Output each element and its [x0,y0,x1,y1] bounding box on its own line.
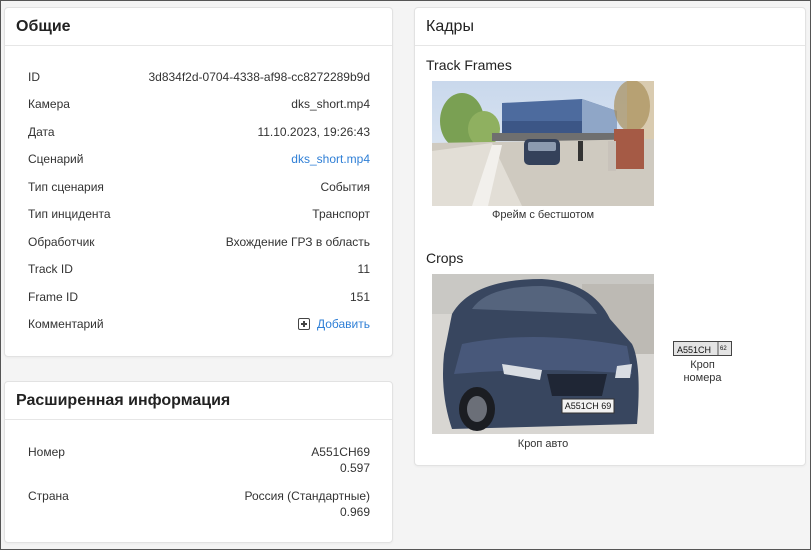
row-handler-label: Обработчик [28,235,95,249]
row-scenario-type: Тип сценария События [28,180,370,198]
plate-crop-text: А551СН [677,345,711,355]
row-frame-id: Frame ID 151 [28,290,370,308]
row-date-value: 11.10.2023, 19:26:43 [257,125,370,139]
row-camera-value: dks_short.mp4 [291,97,370,111]
row-camera: Камера dks_short.mp4 [28,97,370,115]
best-shot-caption: Фрейм с бестшотом [491,209,595,221]
car-crop-caption: Кроп авто [517,438,569,450]
add-comment-label: Добавить [316,317,370,331]
row-track-id-label: Track ID [28,262,73,276]
plate-crop-image[interactable]: А551СН 62 [673,341,732,356]
country-value: Россия (Стандартные) [244,489,370,503]
row-incident-type-value: Транспорт [312,207,370,221]
row-plate-number: Номер А551СН69 0.597 [28,444,370,476]
row-country: Страна Россия (Стандартные) 0.969 [28,488,370,520]
plate-number-value: А551СН69 [311,445,370,459]
general-card-header: Общие [5,8,392,46]
general-card: Общие ID 3d834f2d-0704-4338-af98-cc82722… [4,7,393,357]
row-comment: Комментарий Добавить [28,317,370,335]
row-track-id: Track ID 11 [28,262,370,280]
plate-crop-caption: Кроп номера [665,359,740,385]
frames-card-title: Кадры [426,17,474,35]
scenario-link[interactable]: dks_short.mp4 [291,152,370,166]
row-incident-type: Тип инцидента Транспорт [28,207,370,225]
row-id-label: ID [28,70,40,84]
general-card-title: Общие [16,17,71,35]
plate-crop-region: 62 [720,346,727,352]
track-frames-title: Track Frames [426,57,512,73]
frames-card-header: Кадры [415,8,805,46]
extended-card: Расширенная информация Номер А551СН69 0.… [4,381,393,543]
best-shot-image[interactable] [432,81,654,206]
car-crop-image[interactable]: А551СН 69 [432,274,654,434]
row-scenario-type-label: Тип сценария [28,180,104,194]
frames-card: Кадры Track Frames Фрейм с бестшотом Cro… [414,7,806,466]
plate-crop-caption-line1: Кроп [690,359,715,371]
row-frame-id-label: Frame ID [28,290,79,304]
row-scenario-label: Сценарий [28,152,84,166]
row-frame-id-value: 151 [349,290,370,304]
row-date: Дата 11.10.2023, 19:26:43 [28,125,370,143]
row-plate-number-value: А551СН69 0.597 [311,444,370,476]
row-scenario: Сценарий dks_short.mp4 [28,152,370,170]
crops-title: Crops [426,250,464,266]
row-handler: Обработчик Вхождение ГРЗ в область [28,235,370,253]
row-date-label: Дата [28,125,55,139]
row-country-label: Страна [28,489,69,503]
row-comment-label: Комментарий [28,317,104,331]
extended-card-header: Расширенная информация [5,382,392,420]
row-id: ID 3d834f2d-0704-4338-af98-cc8272289b9d [28,70,370,88]
row-track-id-value: 11 [357,262,370,276]
add-comment-button[interactable]: Добавить [297,317,370,331]
row-id-value: 3d834f2d-0704-4338-af98-cc8272289b9d [148,70,370,84]
country-score: 0.969 [339,505,370,519]
row-scenario-type-value: События [320,180,370,194]
plus-square-icon [297,318,310,330]
plate-crop-caption-line2: номера [683,372,722,384]
row-handler-value: Вхождение ГРЗ в область [225,235,370,249]
car-plate-text: А551СН 69 [565,401,612,411]
row-camera-label: Камера [28,97,70,111]
row-plate-number-label: Номер [28,445,65,459]
plate-number-score: 0.597 [339,461,370,475]
row-country-value: Россия (Стандартные) 0.969 [244,488,370,520]
row-incident-type-label: Тип инцидента [28,207,111,221]
extended-card-title: Расширенная информация [16,391,231,409]
